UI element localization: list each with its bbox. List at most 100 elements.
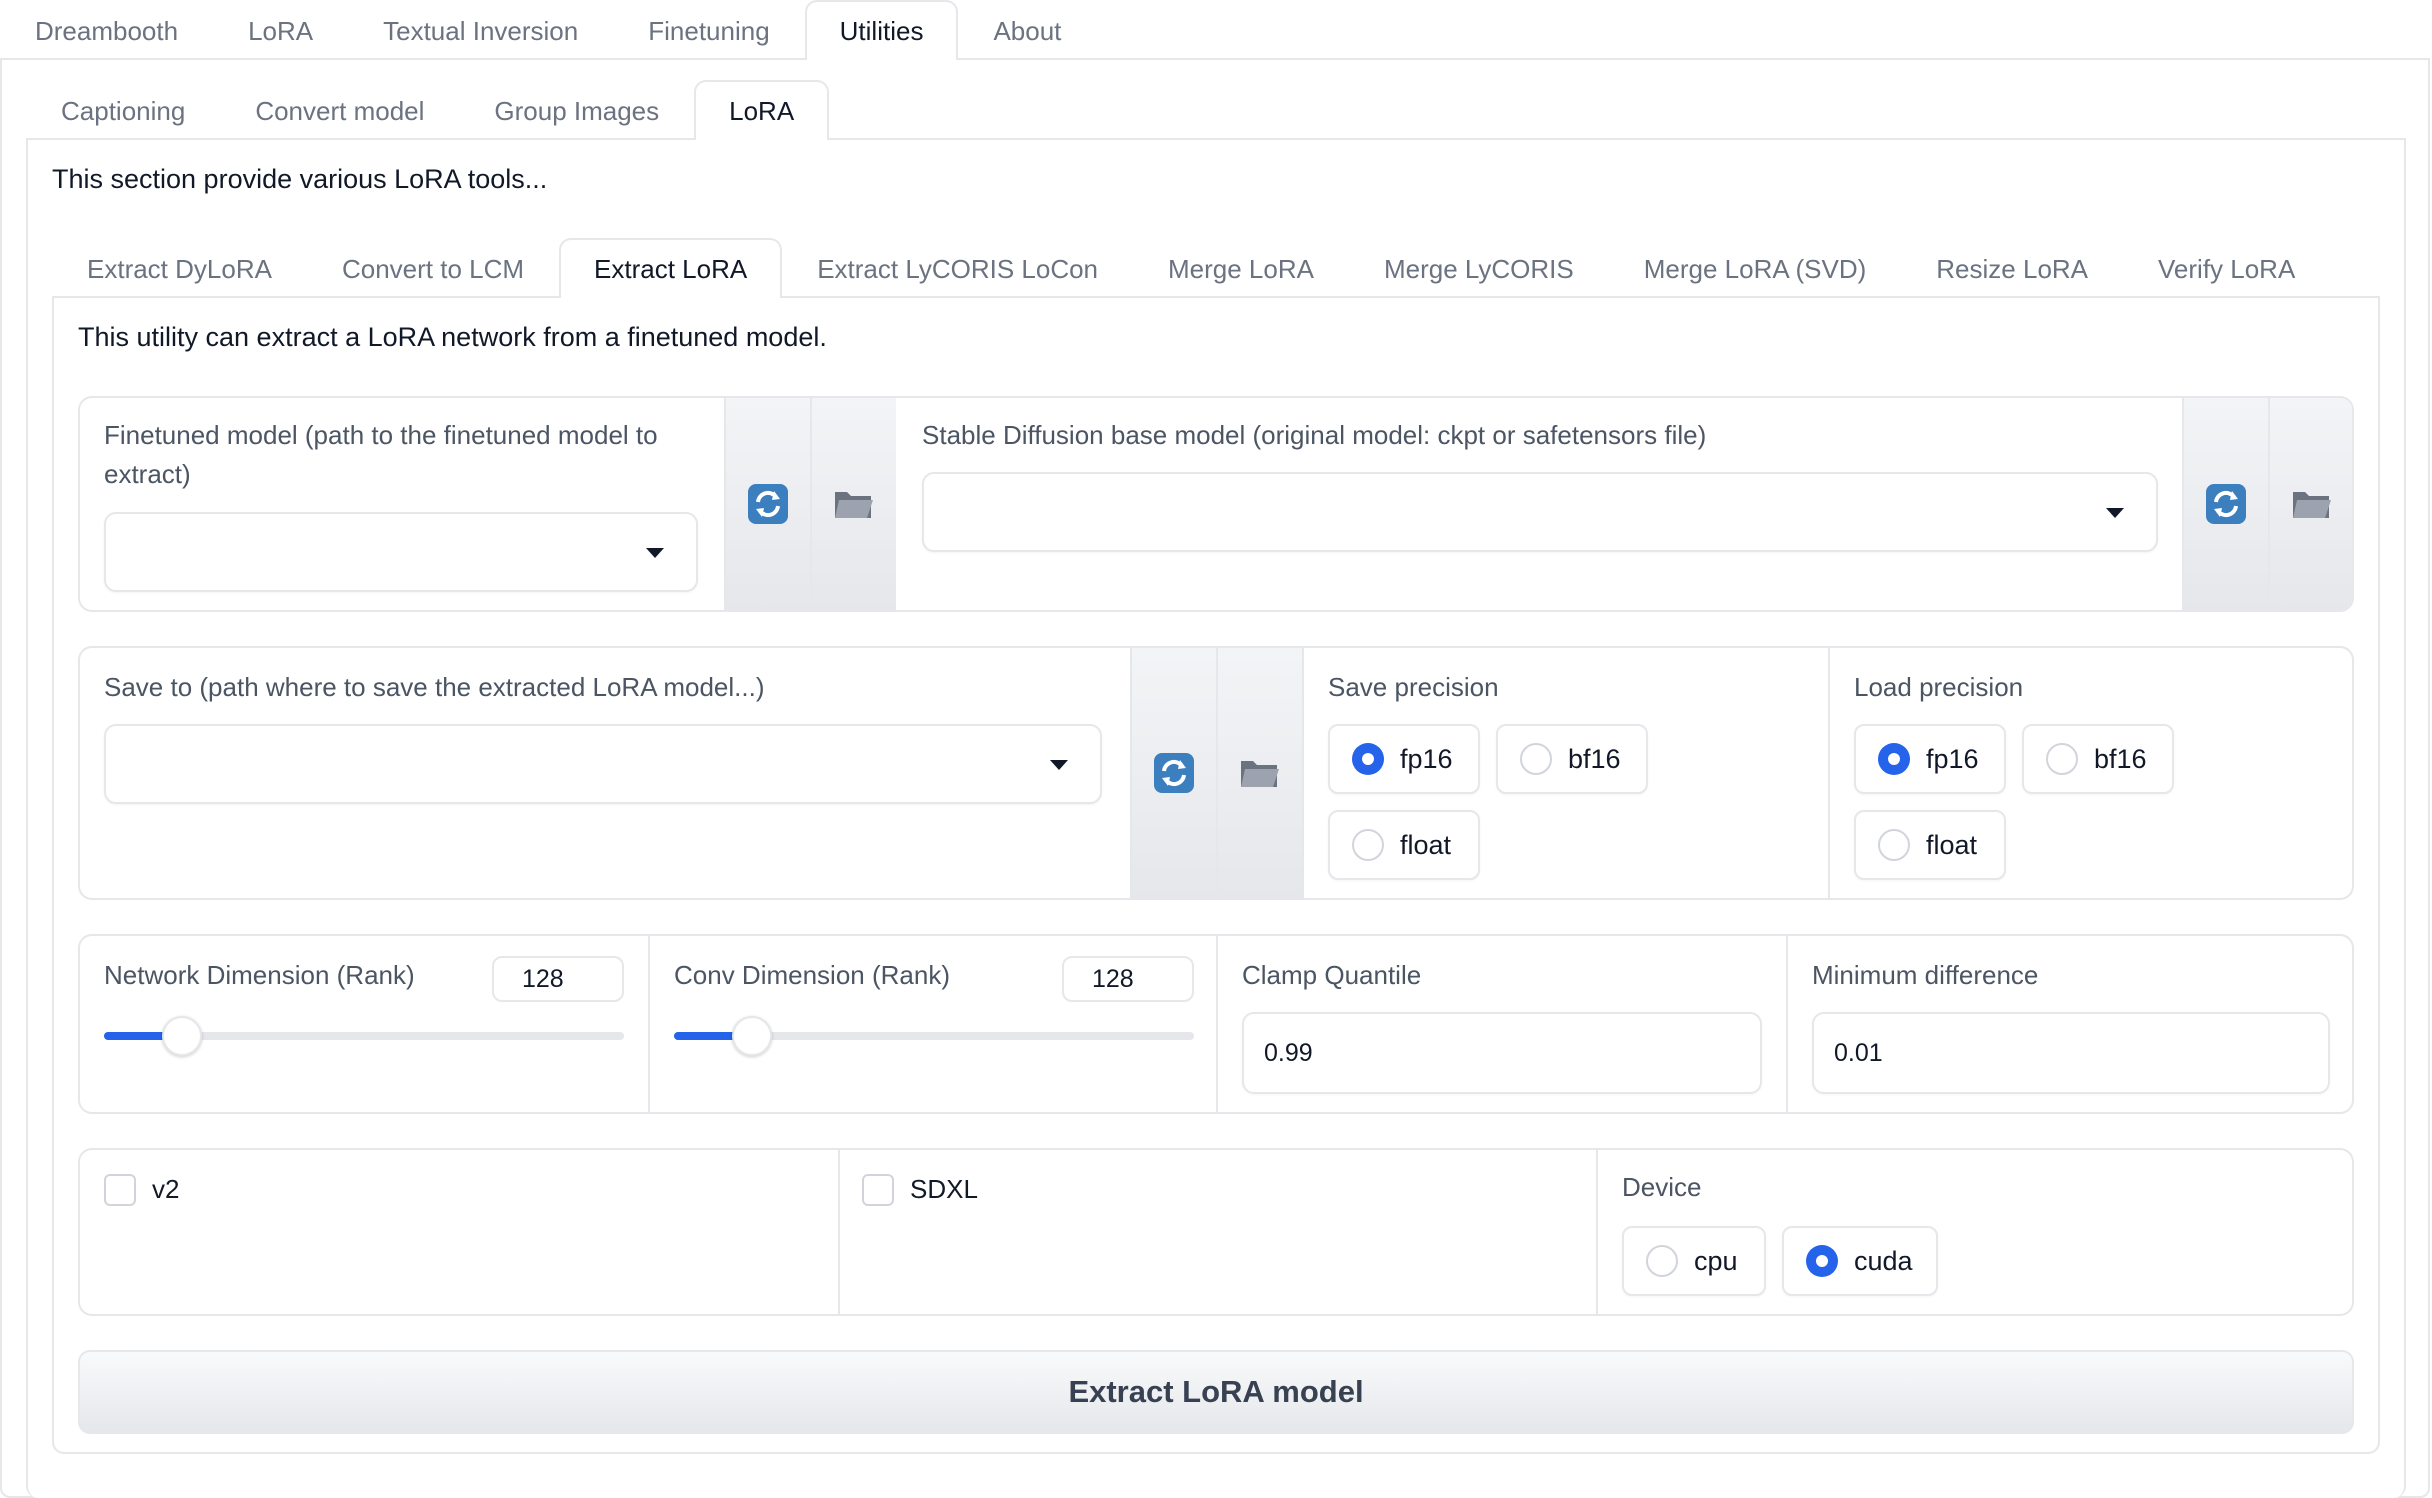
network-dimension-input[interactable]: 128 [492, 956, 624, 1002]
v2-cell: v2 [80, 1150, 838, 1314]
network-dimension-label: Network Dimension (Rank) [104, 960, 415, 990]
utility-description: This utility can extract a LoRA network … [78, 322, 827, 352]
tab-lora[interactable]: LoRA [213, 0, 348, 60]
save-browse-button[interactable] [1216, 648, 1302, 898]
v2-checkbox[interactable] [104, 1174, 136, 1206]
save-precision-float[interactable]: float [1328, 810, 1480, 880]
sdxl-checkbox[interactable] [862, 1174, 894, 1206]
min-diff-input[interactable]: 0.01 [1812, 1012, 2330, 1094]
radio-dot [1646, 1245, 1678, 1277]
clamp-quantile-cell: Clamp Quantile 0.99 [1218, 936, 1786, 1112]
options-row: v2 SDXL Device cpu cuda [78, 1148, 2354, 1316]
chevron-down-icon [2106, 508, 2124, 518]
save-precision-bf16[interactable]: bf16 [1496, 724, 1648, 794]
radio-dot [2046, 743, 2078, 775]
tab-about[interactable]: About [958, 0, 1096, 60]
save-precision-cell: Save precision fp16 bf16 float [1304, 648, 1828, 898]
radio-dot [1878, 743, 1910, 775]
chevron-down-icon [646, 548, 664, 558]
save-to-cell: Save to (path where to save the extracte… [80, 648, 1130, 898]
refresh-icon [1154, 753, 1194, 793]
option-label: bf16 [2094, 743, 2147, 774]
slider-thumb[interactable] [732, 1016, 772, 1056]
option-label: fp16 [1926, 743, 1979, 774]
save-to-label: Save to (path where to save the extracte… [104, 672, 765, 702]
dimensions-row: Network Dimension (Rank) 128 Conv Dimens… [78, 934, 2354, 1114]
tab-extract-lycoris-locon[interactable]: Extract LyCORIS LoCon [782, 238, 1133, 298]
device-cuda[interactable]: cuda [1782, 1226, 1938, 1296]
load-precision-fp16[interactable]: fp16 [1854, 724, 2006, 794]
finetuned-model-label: Finetuned model (path to the finetuned m… [104, 420, 658, 489]
device-label: Device [1622, 1172, 1702, 1202]
tab-utility-lora[interactable]: LoRA [694, 80, 830, 140]
tab-captioning[interactable]: Captioning [26, 80, 220, 140]
base-browse-button[interactable] [2268, 398, 2352, 610]
tab-utilities[interactable]: Utilities [804, 0, 959, 60]
save-to-dropdown[interactable] [104, 724, 1102, 804]
tab-extract-dylora[interactable]: Extract DyLoRA [52, 238, 307, 298]
chevron-down-icon [1050, 760, 1068, 770]
clamp-quantile-input[interactable]: 0.99 [1242, 1012, 1762, 1094]
clamp-quantile-label: Clamp Quantile [1242, 960, 1422, 990]
load-precision-float[interactable]: float [1854, 810, 2006, 880]
radio-dot [1520, 743, 1552, 775]
finetuned-model-cell: Finetuned model (path to the finetuned m… [80, 398, 724, 610]
save-precision-fp16[interactable]: fp16 [1328, 724, 1480, 794]
folder-icon [2293, 492, 2331, 518]
tab-merge-lycoris[interactable]: Merge LyCORIS [1349, 238, 1609, 298]
save-refresh-button[interactable] [1130, 648, 1216, 898]
folder-icon [835, 492, 873, 518]
extract-lora-button[interactable]: Extract LoRA model [78, 1350, 2354, 1434]
model-paths-row: Finetuned model (path to the finetuned m… [78, 396, 2354, 612]
network-dimension-slider[interactable] [104, 1016, 624, 1056]
option-label: cuda [1854, 1245, 1913, 1276]
finetuned-model-dropdown[interactable] [104, 512, 698, 592]
conv-dimension-cell: Conv Dimension (Rank) 128 [650, 936, 1216, 1112]
radio-dot [1878, 829, 1910, 861]
conv-dimension-input[interactable]: 128 [1062, 956, 1194, 1002]
lora-tool-tabbar: Extract DyLoRA Convert to LCM Extract Lo… [52, 238, 2330, 298]
utility-tabbar: Captioning Convert model Group Images Lo… [26, 80, 830, 140]
folder-icon [1241, 761, 1279, 787]
radio-dot [1352, 743, 1384, 775]
save-row: Save to (path where to save the extracte… [78, 646, 2354, 900]
load-precision-cell: Load precision fp16 bf16 float [1830, 648, 2352, 898]
tab-textual-inversion[interactable]: Textual Inversion [348, 0, 613, 60]
tab-extract-lora[interactable]: Extract LoRA [559, 238, 783, 298]
slider-thumb[interactable] [162, 1016, 202, 1056]
finetuned-browse-button[interactable] [810, 398, 896, 610]
tab-group-images[interactable]: Group Images [459, 80, 694, 140]
tab-resize-lora[interactable]: Resize LoRA [1901, 238, 2123, 298]
tab-convert-model[interactable]: Convert model [220, 80, 459, 140]
sdxl-label: SDXL [910, 1174, 978, 1204]
refresh-icon [2206, 484, 2246, 524]
tab-merge-lora[interactable]: Merge LoRA [1133, 238, 1349, 298]
refresh-icon [748, 484, 788, 524]
device-cell: Device cpu cuda [1598, 1150, 2352, 1314]
tab-finetuning[interactable]: Finetuning [613, 0, 804, 60]
option-label: fp16 [1400, 743, 1453, 774]
base-refresh-button[interactable] [2182, 398, 2268, 610]
tab-convert-to-lcm[interactable]: Convert to LCM [307, 238, 559, 298]
sdxl-cell: SDXL [840, 1150, 1598, 1314]
finetuned-refresh-button[interactable] [724, 398, 810, 610]
option-label: bf16 [1568, 743, 1621, 774]
option-label: cpu [1694, 1245, 1738, 1276]
top-tabbar: Dreambooth LoRA Textual Inversion Finetu… [0, 0, 1096, 60]
section-description: This section provide various LoRA tools.… [52, 164, 548, 194]
v2-label: v2 [152, 1174, 180, 1204]
radio-dot [1806, 1245, 1838, 1277]
tab-verify-lora[interactable]: Verify LoRA [2123, 238, 2330, 298]
device-cpu[interactable]: cpu [1622, 1226, 1766, 1296]
base-model-label: Stable Diffusion base model (original mo… [922, 420, 1707, 450]
network-dimension-cell: Network Dimension (Rank) 128 [80, 936, 648, 1112]
conv-dimension-label: Conv Dimension (Rank) [674, 960, 950, 990]
conv-dimension-slider[interactable] [674, 1016, 1194, 1056]
load-precision-label: Load precision [1854, 672, 2024, 702]
base-model-cell: Stable Diffusion base model (original mo… [896, 398, 2206, 610]
base-model-dropdown[interactable] [922, 472, 2158, 552]
load-precision-bf16[interactable]: bf16 [2022, 724, 2174, 794]
tab-merge-lora-svd[interactable]: Merge LoRA (SVD) [1609, 238, 1902, 298]
option-label: float [1926, 829, 1978, 860]
tab-dreambooth[interactable]: Dreambooth [0, 0, 213, 60]
